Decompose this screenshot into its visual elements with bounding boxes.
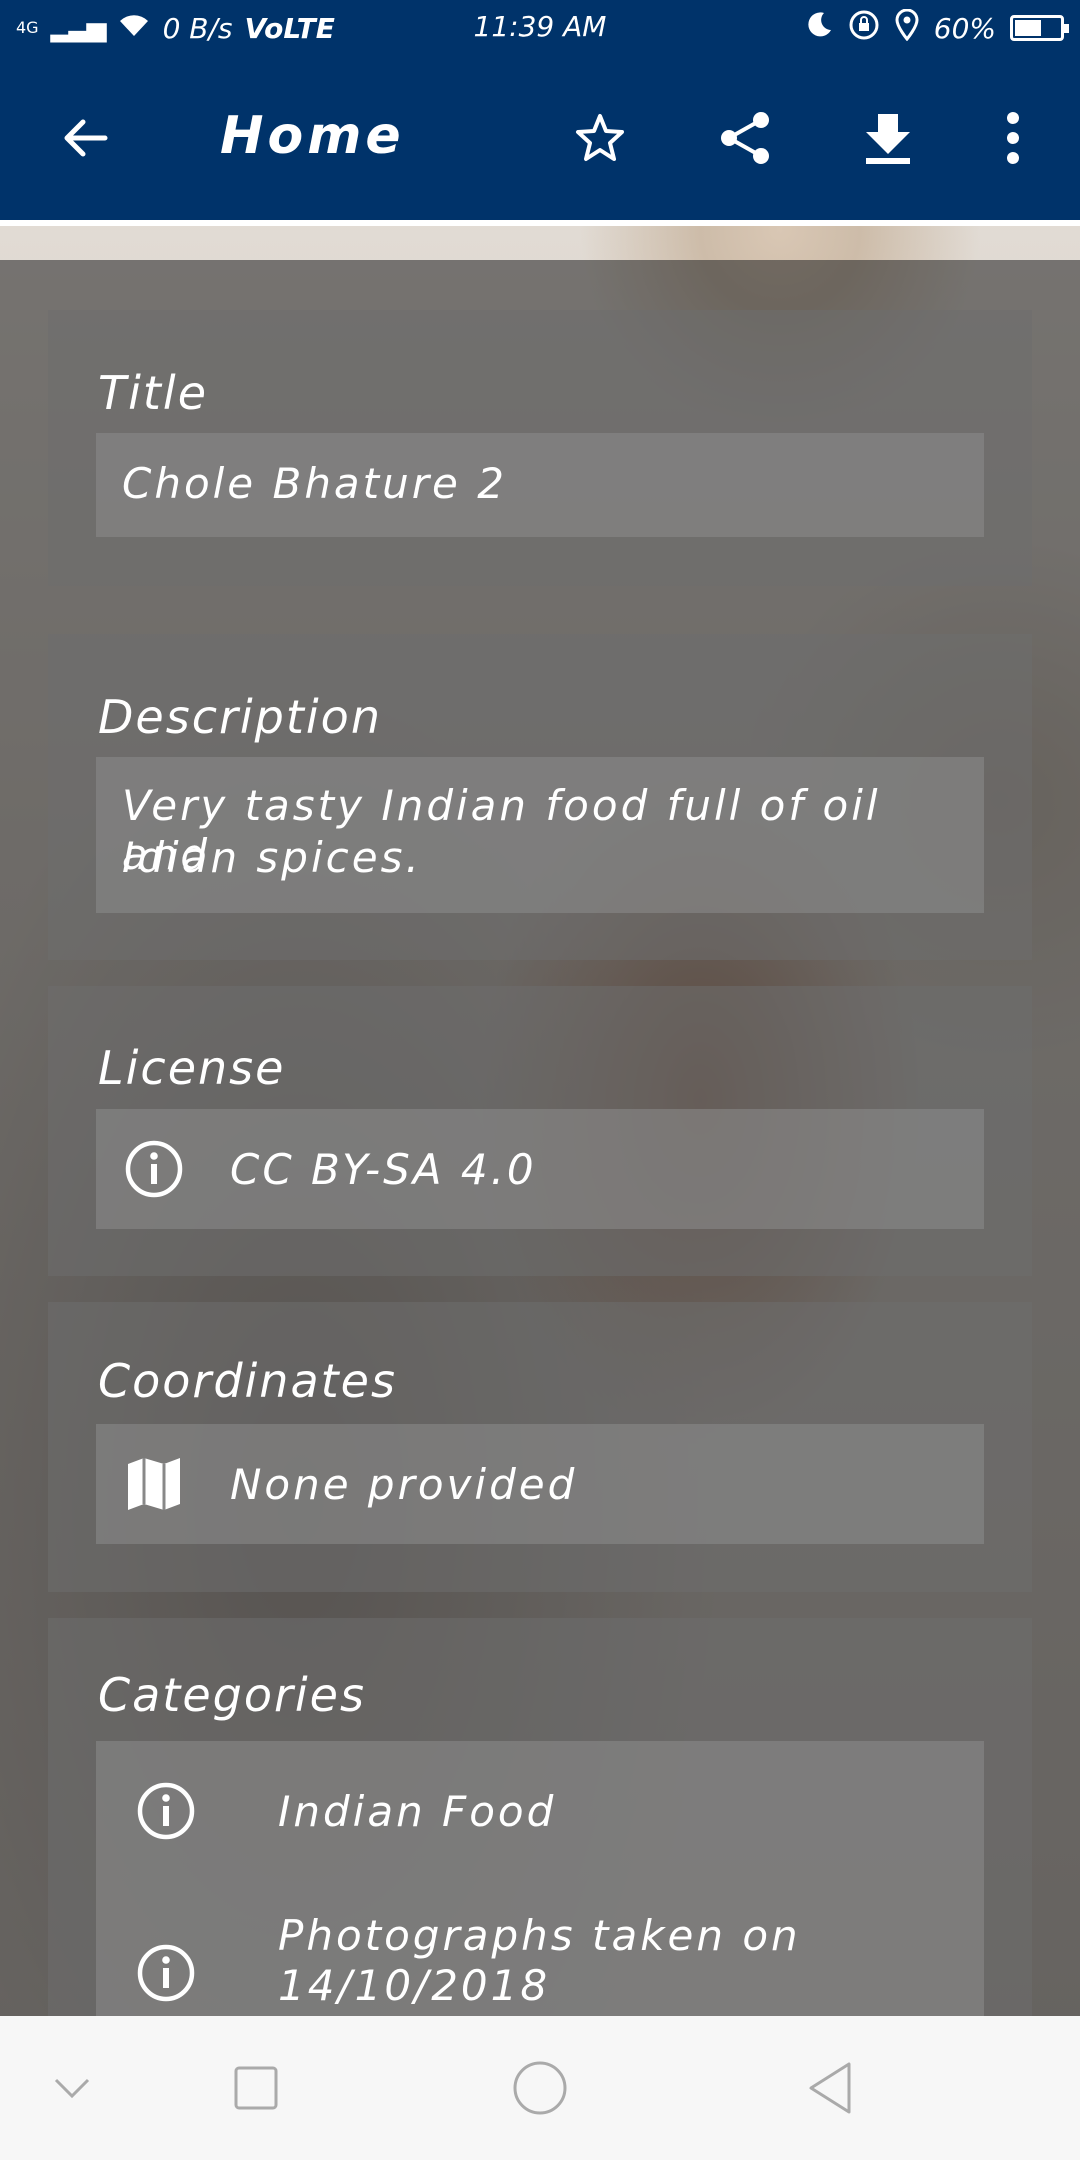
category-text: Indian Food xyxy=(278,1787,557,1836)
title-card: Title Chole Bhature 2 xyxy=(48,310,1032,586)
category-text-line-1: Photographs taken on xyxy=(278,1911,801,1960)
license-field[interactable]: CC BY-SA 4.0 xyxy=(96,1109,984,1229)
back-button[interactable] xyxy=(30,56,140,220)
wifi-icon xyxy=(117,12,151,45)
coordinates-value: None provided xyxy=(230,1460,578,1509)
status-bar: 4G ▂▃▅ 0 B/s VoLTE 11:39 AM 60% xyxy=(0,0,1080,56)
description-card: Description Very tasty Indian food full … xyxy=(48,634,1032,960)
info-icon xyxy=(125,1140,183,1198)
signal-icon: ▂▃▅ xyxy=(50,13,107,43)
network-speed: 0 B/s xyxy=(162,11,233,45)
coordinates-card: Coordinates None provided xyxy=(48,1302,1032,1592)
description-line-2: Idian spices. xyxy=(122,833,422,882)
categories-label: Categories xyxy=(98,1668,366,1722)
share-icon xyxy=(721,112,769,164)
license-card: License CC BY-SA 4.0 xyxy=(48,986,1032,1276)
category-item[interactable]: Indian Food xyxy=(96,1741,984,1881)
home-button[interactable] xyxy=(480,2016,600,2160)
hide-nav-button[interactable] xyxy=(12,2016,132,2160)
title-label: Title xyxy=(98,366,208,420)
arrow-left-icon xyxy=(64,119,108,157)
volte-label: VoLTE xyxy=(244,11,335,45)
overflow-menu-button[interactable] xyxy=(958,56,1068,220)
app-bar: Home xyxy=(0,56,1080,220)
license-value: CC BY-SA 4.0 xyxy=(230,1145,537,1194)
location-icon xyxy=(894,8,920,48)
status-right: 60% xyxy=(804,8,1069,48)
title-field[interactable]: Chole Bhature 2 xyxy=(96,433,984,537)
back-nav-button[interactable] xyxy=(770,2016,890,2160)
moon-icon xyxy=(804,10,834,47)
categories-list: Indian Food Photographs taken on 14/10/2… xyxy=(96,1741,984,2041)
recents-button[interactable] xyxy=(196,2016,316,2160)
more-vert-icon xyxy=(1007,112,1019,164)
rotation-lock-icon xyxy=(848,9,880,48)
map-icon xyxy=(128,1458,180,1510)
square-icon xyxy=(234,2066,278,2110)
app-bar-divider xyxy=(0,220,1080,226)
share-button[interactable] xyxy=(690,56,800,220)
chevron-down-icon xyxy=(54,2078,90,2099)
status-left: 4G ▂▃▅ 0 B/s VoLTE xyxy=(16,12,335,45)
system-nav-bar xyxy=(0,2016,1080,2160)
triangle-back-icon xyxy=(809,2062,851,2114)
info-icon xyxy=(137,1944,195,2002)
coordinates-label: Coordinates xyxy=(98,1354,397,1408)
license-label: License xyxy=(98,1041,286,1095)
battery-fill xyxy=(1015,20,1041,36)
circle-icon xyxy=(513,2061,567,2115)
category-text-line-2: 14/10/2018 xyxy=(278,1961,551,2010)
categories-card: Categories Indian Food Photographs taken… xyxy=(48,1618,1032,2041)
star-outline-icon xyxy=(576,114,624,161)
description-label: Description xyxy=(98,690,382,744)
battery-icon xyxy=(1010,15,1069,41)
description-field[interactable]: Very tasty Indian food full of oil and I… xyxy=(96,757,984,913)
download-icon xyxy=(866,114,910,164)
title-value: Chole Bhature 2 xyxy=(122,459,507,508)
download-button[interactable] xyxy=(833,56,943,220)
coordinates-field[interactable]: None provided xyxy=(96,1424,984,1544)
info-icon xyxy=(137,1782,195,1840)
page-title: Home xyxy=(220,106,405,166)
network-type: 4G xyxy=(16,18,39,37)
battery-percent: 60% xyxy=(933,11,996,45)
bookmark-button[interactable] xyxy=(545,56,655,220)
